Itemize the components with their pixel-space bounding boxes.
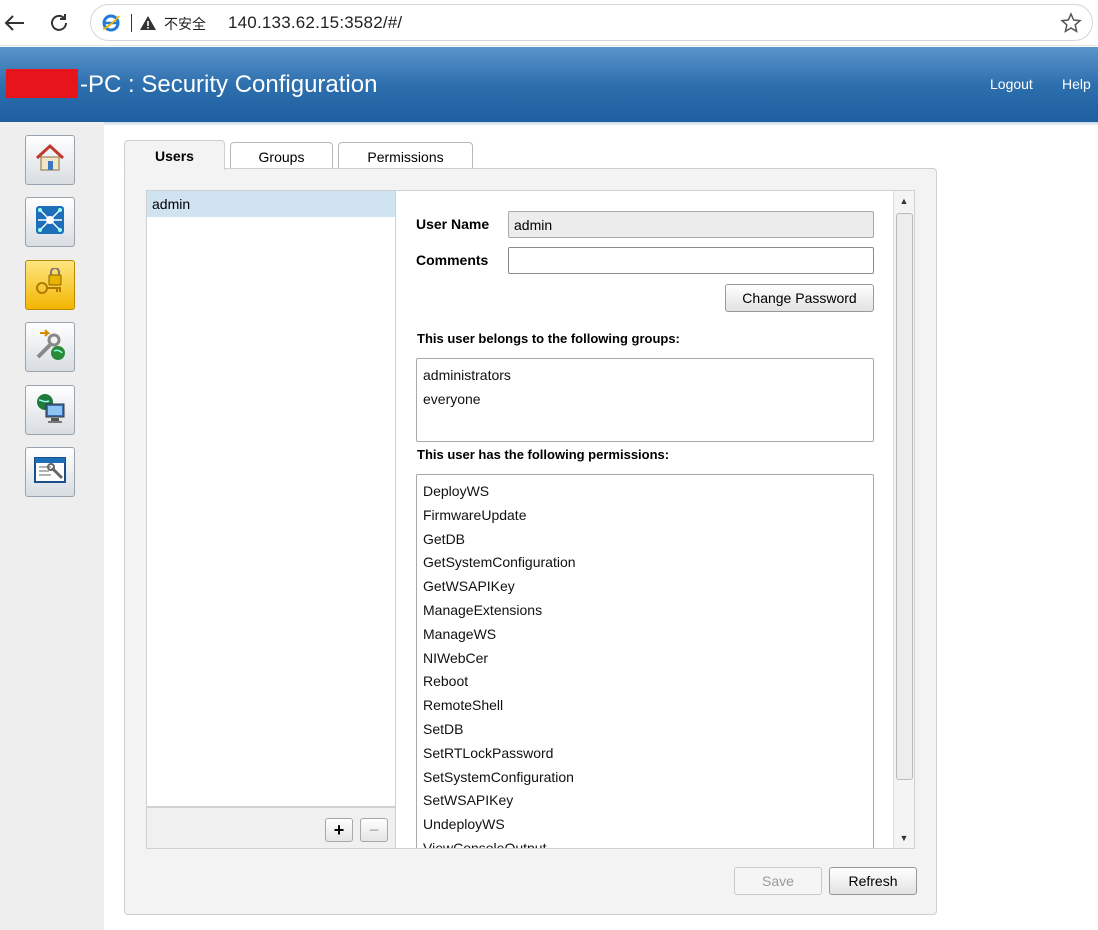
sidebar-item-console[interactable] — [25, 447, 75, 497]
user-detail-pane: User Name admin Comments Change Password… — [395, 190, 915, 849]
comments-field[interactable] — [508, 247, 874, 274]
users-list-footer: + − — [146, 807, 395, 849]
sidebar-item-software[interactable] — [25, 322, 75, 372]
address-bar[interactable]: 不安全 140.133.62.15:3582/#/ — [90, 4, 1093, 41]
detail-scrollbar[interactable]: ▲ ▼ — [893, 191, 914, 848]
user-row-admin[interactable]: admin — [147, 191, 395, 217]
page-title: -PC : Security Configuration — [80, 71, 378, 98]
permission-item[interactable]: ManageWS — [417, 622, 873, 646]
tab-groups[interactable]: Groups — [230, 142, 333, 170]
software-tools-icon — [32, 327, 68, 368]
permission-item[interactable]: SetWSAPIKey — [417, 788, 873, 812]
permission-item[interactable]: UndeployWS — [417, 812, 873, 836]
permission-item[interactable]: SetDB — [417, 717, 873, 741]
permission-item[interactable]: FirmwareUpdate — [417, 503, 873, 527]
address-separator — [131, 14, 132, 32]
refresh-button[interactable]: Refresh — [829, 867, 917, 895]
favorite-star-icon[interactable] — [1060, 12, 1082, 34]
permission-item[interactable]: SetRTLockPassword — [417, 741, 873, 765]
groups-list[interactable]: administrators everyone — [416, 358, 874, 442]
permission-item[interactable]: ManageExtensions — [417, 598, 873, 622]
permission-item[interactable]: NIWebCer — [417, 646, 873, 670]
scroll-thumb[interactable] — [896, 213, 913, 780]
username-field[interactable]: admin — [508, 211, 874, 238]
permission-item[interactable]: GetWSAPIKey — [417, 574, 873, 598]
tab-permissions[interactable]: Permissions — [338, 142, 473, 170]
app-header: -PC : Security Configuration Logout Help — [0, 47, 1098, 122]
reload-icon[interactable] — [44, 8, 74, 38]
users-list[interactable]: admin — [146, 190, 395, 807]
username-label: User Name — [416, 216, 490, 232]
permission-item[interactable]: Reboot — [417, 669, 873, 693]
home-icon — [34, 143, 66, 178]
sidebar-item-network[interactable] — [25, 197, 75, 247]
help-link[interactable]: Help — [1062, 76, 1091, 92]
save-button[interactable]: Save — [734, 867, 822, 895]
security-lock-icon — [33, 266, 67, 303]
ie-mode-icon[interactable] — [101, 13, 121, 33]
tab-users[interactable]: Users — [124, 140, 225, 170]
add-user-button[interactable]: + — [325, 818, 353, 842]
permissions-list[interactable]: DeployWS FirmwareUpdate GetDB GetSystemC… — [416, 474, 874, 848]
remove-user-button[interactable]: − — [360, 818, 388, 842]
insecure-label[interactable]: 不安全 — [164, 14, 206, 34]
groups-heading: This user belongs to the following group… — [417, 331, 680, 346]
web-server-icon — [32, 390, 68, 431]
network-icon — [33, 203, 67, 242]
logout-link[interactable]: Logout — [990, 76, 1033, 92]
scroll-down-arrow-icon[interactable]: ▼ — [894, 828, 914, 848]
redacted-hostname — [6, 69, 78, 98]
group-item[interactable]: everyone — [417, 387, 873, 411]
url-text[interactable]: 140.133.62.15:3582/#/ — [228, 13, 402, 33]
change-password-button[interactable]: Change Password — [725, 284, 874, 312]
permission-item[interactable]: ViewConsoleOutput — [417, 836, 873, 848]
group-item[interactable]: administrators — [417, 363, 873, 387]
sidebar — [0, 122, 104, 930]
sidebar-item-web-server[interactable] — [25, 385, 75, 435]
sidebar-item-security[interactable] — [25, 260, 75, 310]
scroll-up-arrow-icon[interactable]: ▲ — [894, 191, 914, 211]
console-settings-icon — [32, 454, 68, 491]
sidebar-item-home[interactable] — [25, 135, 75, 185]
permissions-heading: This user has the following permissions: — [417, 447, 670, 462]
permission-item[interactable]: DeployWS — [417, 479, 873, 503]
permission-item[interactable]: GetSystemConfiguration — [417, 550, 873, 574]
back-icon[interactable] — [0, 8, 30, 38]
permission-item[interactable]: SetSystemConfiguration — [417, 765, 873, 789]
permission-item[interactable]: RemoteShell — [417, 693, 873, 717]
warning-icon[interactable] — [139, 14, 157, 32]
comments-label: Comments — [416, 252, 489, 268]
header-shadow — [0, 122, 1098, 126]
permission-item[interactable]: GetDB — [417, 527, 873, 551]
browser-toolbar: 不安全 140.133.62.15:3582/#/ — [0, 0, 1098, 46]
